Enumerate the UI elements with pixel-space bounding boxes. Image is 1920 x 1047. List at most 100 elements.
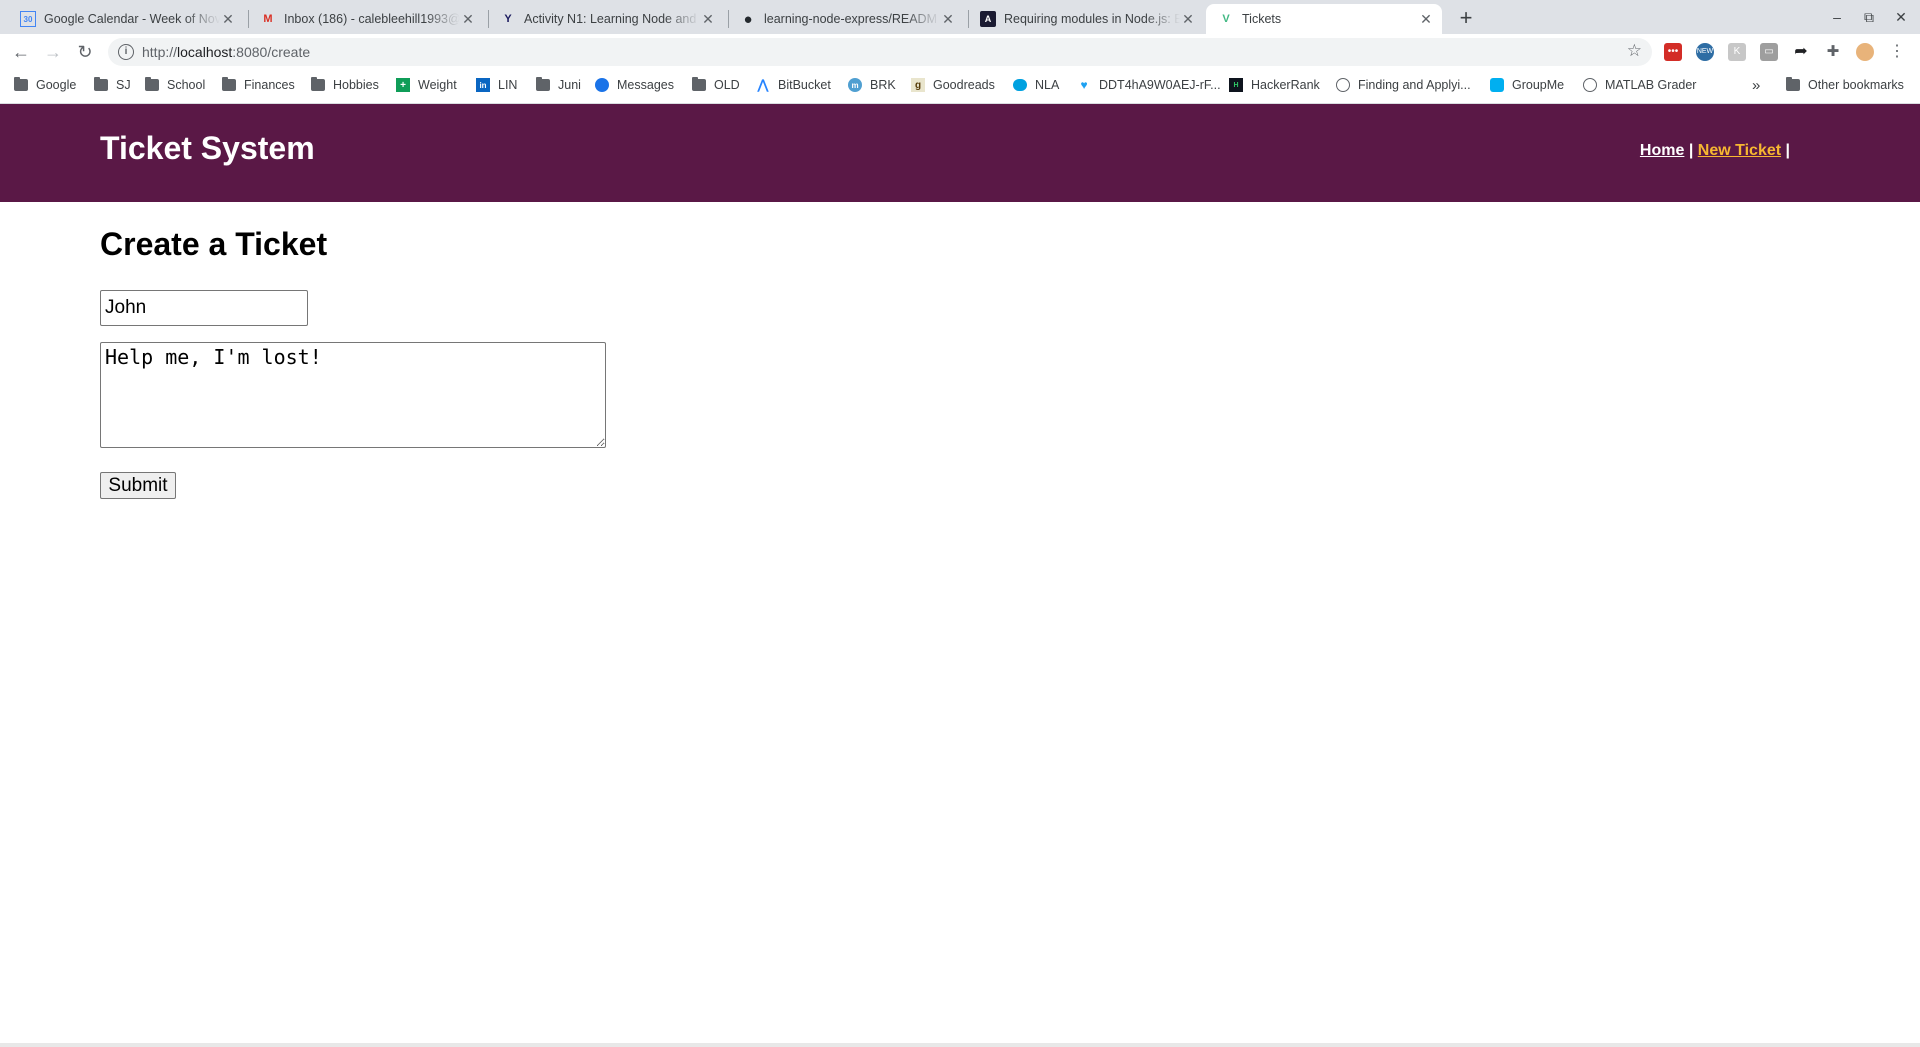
browser-toolbar: ← → ↻ i http://localhost:8080/create ☆ •…	[0, 34, 1920, 70]
address-bar[interactable]: i http://localhost:8080/create ☆	[108, 38, 1652, 66]
tab-strip: 30 Google Calendar - Week of Nov ✕ M Inb…	[0, 0, 1920, 34]
groupme-icon	[1490, 78, 1504, 92]
bookmark-finding-applying[interactable]: Finding and Applyi...	[1336, 70, 1471, 100]
name-input[interactable]	[100, 290, 308, 326]
bookmark-groupme[interactable]: GroupMe	[1490, 70, 1564, 100]
folder-icon	[14, 77, 28, 91]
tab-title: Requiring modules in Node.js: E	[1004, 12, 1180, 26]
bookmark-bitbucket[interactable]: ⋀ BitBucket	[756, 70, 831, 100]
tab-activity-n1[interactable]: Y Activity N1: Learning Node and ✕	[488, 4, 724, 34]
globe-icon	[1583, 78, 1597, 92]
tab-github-readme[interactable]: ● learning-node-express/READM ✕	[728, 4, 964, 34]
bookmark-brk[interactable]: m BRK	[848, 70, 896, 100]
bookmark-lin[interactable]: in LIN	[476, 70, 517, 100]
github-icon: ●	[743, 10, 753, 28]
tab-google-calendar[interactable]: 30 Google Calendar - Week of Nov ✕	[8, 4, 244, 34]
close-icon[interactable]: ✕	[220, 11, 236, 27]
bookmark-ddt[interactable]: ♥ DDT4hA9W0AEJ-rF...	[1077, 70, 1220, 100]
url-path: :8080/create	[232, 44, 311, 60]
site-title: Ticket System	[100, 130, 315, 166]
bookmark-google[interactable]: Google	[14, 70, 76, 100]
url-text[interactable]: http://localhost:8080/create	[142, 38, 310, 66]
folder-icon	[222, 77, 236, 91]
site-header: Ticket System Home | New Ticket |	[0, 104, 1920, 202]
brk-icon: m	[848, 78, 862, 92]
y-icon: Y	[504, 13, 512, 25]
bookmark-messages[interactable]: Messages	[595, 70, 674, 100]
bookmark-label: Finances	[244, 78, 295, 92]
bookmark-sj[interactable]: SJ	[94, 70, 131, 100]
bookmark-hobbies[interactable]: Hobbies	[311, 70, 379, 100]
close-icon[interactable]: ✕	[460, 11, 476, 27]
folder-icon	[145, 77, 159, 91]
puzzle-icon[interactable]: ✚	[1824, 43, 1842, 61]
vue-icon: V	[1222, 13, 1230, 25]
bookmark-label: SJ	[116, 78, 131, 92]
nav-separator: |	[1785, 142, 1790, 159]
lastpass-icon[interactable]: •••	[1664, 43, 1682, 61]
bookmark-star-icon[interactable]: ☆	[1627, 41, 1642, 61]
issue-textarea[interactable]: Help me, I'm lost!	[100, 342, 606, 448]
submit-button[interactable]: Submit	[100, 472, 176, 499]
nav-new-ticket-link[interactable]: New Ticket	[1698, 142, 1781, 159]
reload-icon[interactable]: ↻	[72, 39, 98, 65]
minimize-icon[interactable]: –	[1822, 4, 1852, 30]
bookmark-label: GroupMe	[1512, 78, 1565, 92]
sheets-icon: +	[396, 78, 410, 92]
bookmarks-overflow-button[interactable]: »	[1752, 70, 1760, 100]
bookmark-nla[interactable]: NLA	[1013, 70, 1059, 100]
bookmark-goodreads[interactable]: g Goodreads	[911, 70, 995, 100]
tab-tickets[interactable]: V Tickets ✕	[1206, 4, 1442, 34]
restore-icon[interactable]: ⧉	[1854, 4, 1884, 30]
url-scheme: http://	[142, 44, 178, 60]
close-icon[interactable]: ✕	[940, 11, 956, 27]
bookmark-label: LIN	[498, 78, 518, 92]
bookmark-finances[interactable]: Finances	[222, 70, 295, 100]
tab-gmail-inbox[interactable]: M Inbox (186) - calebleehill1993@ ✕	[248, 4, 484, 34]
other-bookmarks[interactable]: Other bookmarks	[1786, 70, 1904, 100]
bookmark-label: Google	[36, 78, 77, 92]
site-nav: Home | New Ticket |	[1640, 142, 1790, 160]
bookmark-hackerrank[interactable]: H HackerRank	[1229, 70, 1320, 100]
bookmark-matlab-grader[interactable]: MATLAB Grader	[1583, 70, 1696, 100]
bookmark-label: MATLAB Grader	[1605, 78, 1697, 92]
new-tab-button[interactable]: +	[1452, 5, 1480, 33]
close-icon[interactable]: ✕	[1180, 11, 1196, 27]
share-icon[interactable]: ➦	[1792, 43, 1810, 61]
bookmark-weight[interactable]: + Weight	[396, 70, 457, 100]
profile-avatar[interactable]	[1856, 43, 1874, 61]
bookmark-label: Juni	[558, 78, 581, 92]
menu-kebab-icon[interactable]: ⋮	[1888, 43, 1906, 61]
bookmark-label: Other bookmarks	[1808, 78, 1904, 92]
twitter-icon: ♥	[1080, 78, 1088, 92]
bookmark-old[interactable]: OLD	[692, 70, 740, 100]
close-icon[interactable]: ✕	[700, 11, 716, 27]
k-icon[interactable]: K	[1728, 43, 1746, 61]
tab-requiring-modules[interactable]: A Requiring modules in Node.js: E ✕	[968, 4, 1204, 34]
close-window-icon[interactable]: ✕	[1886, 4, 1916, 30]
folder-icon	[94, 77, 108, 91]
close-icon[interactable]: ✕	[1418, 11, 1434, 27]
nav-separator: |	[1688, 142, 1694, 159]
calendar-icon: 30	[20, 11, 36, 27]
goodreads-icon: g	[911, 78, 925, 92]
new-extension-icon[interactable]: NEW	[1696, 43, 1714, 61]
back-icon[interactable]: ←	[8, 39, 34, 65]
bookmark-label: Finding and Applyi...	[1358, 78, 1471, 92]
nav-home-link[interactable]: Home	[1640, 142, 1684, 159]
page-bottom-edge	[0, 1043, 1920, 1047]
folder-icon	[311, 77, 325, 91]
messages-icon	[595, 78, 609, 92]
tab-title: Activity N1: Learning Node and	[524, 12, 697, 26]
bookmark-label: BRK	[870, 78, 896, 92]
bitbucket-icon: ⋀	[757, 77, 769, 92]
cast-icon[interactable]: ▭	[1760, 43, 1778, 61]
site-icon: A	[980, 11, 996, 27]
bookmark-school[interactable]: School	[145, 70, 205, 100]
url-host: localhost	[177, 44, 233, 60]
info-icon[interactable]: i	[118, 44, 134, 60]
bookmark-label: Weight	[418, 78, 457, 92]
bookmark-juni[interactable]: Juni	[536, 70, 581, 100]
forward-icon[interactable]: →	[40, 39, 66, 65]
bookmark-label: Hobbies	[333, 78, 379, 92]
